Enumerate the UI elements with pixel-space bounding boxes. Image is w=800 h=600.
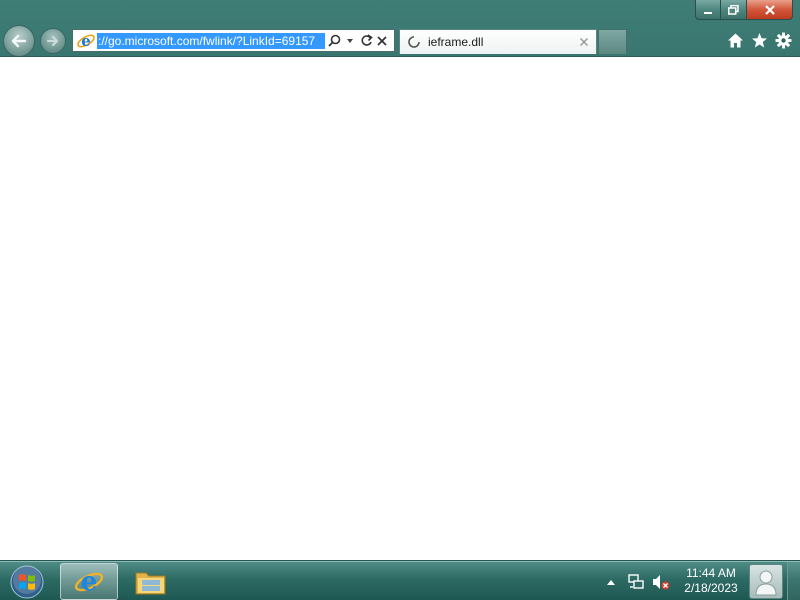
close-icon — [579, 37, 589, 47]
show-desktop-button[interactable] — [787, 562, 800, 600]
taskbar-item-windows-explorer[interactable] — [122, 563, 180, 600]
clock-time: 11:44 AM — [686, 566, 736, 580]
search-icon[interactable] — [327, 34, 341, 48]
loading-spinner-icon — [408, 36, 420, 48]
window-caption-buttons — [695, 0, 793, 20]
windows-logo-icon — [10, 565, 44, 598]
chevron-up-icon — [607, 579, 615, 585]
forward-arrow-icon — [47, 36, 58, 46]
refresh-icon[interactable] — [359, 34, 373, 48]
tab-close-button[interactable] — [576, 34, 592, 50]
restore-icon — [728, 4, 739, 15]
forward-button[interactable] — [40, 28, 66, 54]
start-button[interactable] — [5, 563, 49, 600]
gear-icon — [775, 32, 791, 48]
stop-icon[interactable] — [375, 34, 389, 48]
close-icon — [764, 4, 775, 15]
show-hidden-icons-button[interactable] — [600, 571, 622, 593]
restore-button[interactable] — [721, 0, 747, 20]
home-button[interactable] — [725, 30, 745, 50]
taskbar-item-internet-explorer[interactable]: e — [60, 563, 118, 600]
star-icon — [751, 32, 767, 47]
minimize-button[interactable] — [695, 0, 721, 20]
back-button[interactable] — [3, 25, 35, 57]
close-window-button[interactable] — [747, 0, 793, 20]
page-content[interactable] — [0, 56, 800, 560]
user-avatar-icon — [755, 570, 777, 595]
svg-text:e: e — [81, 567, 98, 597]
back-arrow-icon — [11, 34, 27, 48]
volume-muted-icon[interactable] — [650, 571, 672, 593]
taskbar-clock[interactable]: 11:44 AM 2/18/2023 — [676, 566, 746, 596]
ie-page-icon: e — [77, 32, 95, 50]
clock-date: 2/18/2023 — [684, 581, 738, 595]
chevron-down-icon[interactable] — [343, 34, 357, 48]
tab-title: ieframe.dll — [428, 35, 484, 49]
title-bar: e ://go.microsoft.com/fwlink/?LinkId=691… — [0, 0, 800, 57]
system-tray — [600, 562, 675, 600]
browser-window: e ://go.microsoft.com/fwlink/?LinkId=691… — [0, 0, 800, 561]
user-tile[interactable] — [749, 564, 783, 599]
minimize-icon — [704, 11, 712, 14]
svg-text:e: e — [81, 32, 91, 50]
new-tab-button[interactable] — [598, 29, 627, 54]
tab-ieframe[interactable]: ieframe.dll — [399, 29, 597, 54]
taskbar: e 11:44 AM 2/18/2023 — [0, 561, 800, 600]
url-field[interactable]: ://go.microsoft.com/fwlink/?LinkId=69157 — [97, 32, 325, 49]
home-icon — [727, 33, 743, 47]
favorites-button[interactable] — [749, 30, 769, 50]
tools-button[interactable] — [773, 30, 793, 50]
network-icon[interactable] — [625, 571, 647, 593]
folder-icon — [135, 572, 166, 594]
address-bar[interactable]: e ://go.microsoft.com/fwlink/?LinkId=691… — [72, 29, 395, 52]
internet-explorer-icon: e — [74, 567, 104, 597]
